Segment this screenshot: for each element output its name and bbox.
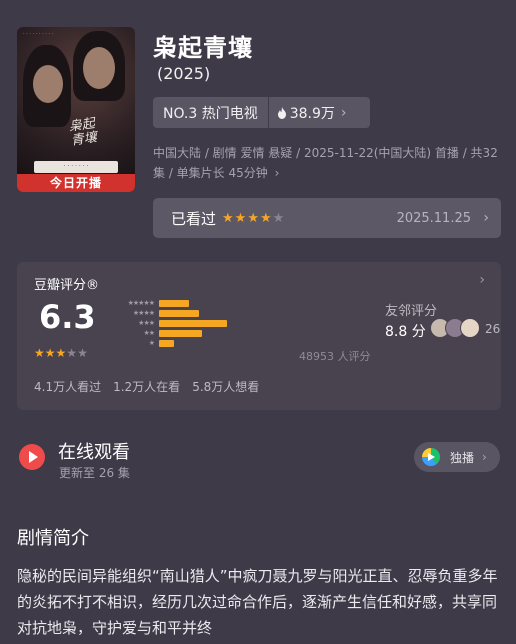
stat-want: 5.8万人想看 [192, 380, 260, 394]
rank-label: NO.3 热门电视 [163, 105, 258, 122]
watched-rating-stars: ★ ★ ★ ★ ★ [222, 212, 284, 225]
stat-watched: 4.1万人看过 [34, 380, 102, 394]
star-filled-icon: ★ [234, 210, 247, 226]
poster-title-art: 枭起 青壤 [68, 116, 98, 149]
rating-bar-row: ★ [109, 339, 174, 347]
chevron-right-icon: › [479, 272, 485, 288]
rating-bar-stars: ★★ [143, 329, 155, 337]
page-title: 枭起青壤 [153, 34, 253, 62]
friends-rating-score: 8.8 分 [385, 324, 426, 340]
star-empty-icon: ★ [272, 210, 285, 226]
star-filled-icon: ★ [34, 346, 45, 360]
chevron-right-icon: › [482, 450, 487, 464]
play-icon [19, 444, 45, 470]
star-filled-icon: ★ [222, 210, 234, 226]
synopsis-title: 剧情简介 [17, 528, 89, 549]
rating-stars: ★★★★★ [34, 342, 88, 361]
rating-bar [159, 309, 199, 317]
watch-online-title: 在线观看 [58, 442, 130, 463]
ratings-count: 48953 人评分 [299, 350, 371, 363]
rating-score: 6.3 [39, 298, 96, 336]
chevron-right-icon: › [340, 104, 347, 121]
rating-card[interactable]: 豆瓣评分® › 6.3 ★★★★★ ★★★★★ ★★★★ ★★★ ★★ ★ 48953 … [17, 262, 501, 410]
watched-date: 2025.11.25 [396, 210, 471, 226]
friends-avatars[interactable] [430, 318, 480, 338]
poster-figure-left-face [33, 65, 63, 103]
poster-figure-right-face [83, 47, 115, 89]
rating-bar [159, 329, 202, 337]
stat-watching: 1.2万人在看 [113, 380, 181, 394]
rating-bar-row: ★★★★★ [109, 299, 189, 307]
rating-bar-row: ★★★★ [109, 309, 199, 317]
chevron-right-icon: › [483, 210, 489, 226]
meta-info[interactable]: 中国大陆 / 剧情 爱情 悬疑 / 2025-11-22(中国大陆) 首播 / … [153, 143, 503, 183]
watched-status-button[interactable]: 已看过 ★ ★ ★ ★ ★ 2025.11.25 › [153, 198, 501, 238]
rating-bar-stars: ★★★★★ [127, 299, 155, 307]
friends-rating-label: 友邻评分 [385, 304, 438, 319]
platform-logo-icon [422, 448, 440, 466]
platform-label: 独播 [450, 450, 475, 465]
rank-pill[interactable]: NO.3 热门电视 38.9万 › [153, 97, 370, 128]
rating-bar-stars: ★★★★ [132, 309, 155, 317]
heat-value: 38.9万 [289, 105, 335, 122]
poster-caption: · · · · · · · · · · [23, 31, 54, 37]
rating-header: 豆瓣评分® [34, 278, 100, 293]
star-empty-icon: ★ [66, 346, 78, 360]
star-filled-icon: ★ [55, 346, 67, 360]
rating-bar [159, 319, 227, 327]
rating-distribution: ★★★★★ ★★★★ ★★★ ★★ ★ [109, 299, 359, 349]
rating-bar-row: ★★ [109, 329, 202, 337]
poster-image[interactable]: · · · · · · · · · · 枭起 青壤 · · · · · · · 今… [17, 27, 135, 192]
star-empty-icon: ★ [77, 346, 88, 360]
star-filled-icon: ★ [44, 346, 56, 360]
avatar [460, 318, 480, 338]
rating-bar-row: ★★★ [109, 319, 227, 327]
friends-count: 26 [485, 322, 501, 336]
poster-banner: 今日开播 [17, 174, 135, 192]
episode-update: 更新至 26 集 [59, 466, 130, 480]
watched-label: 已看过 [171, 209, 217, 228]
rating-bar [159, 339, 174, 347]
synopsis-text: 隐秘的民间异能组织“南山猎人”中疯刀聂九罗与阳光正直、忍辱负重多年的炎拓不打不相… [17, 567, 498, 637]
rating-bar-stars: ★ [148, 339, 155, 347]
rating-bar [159, 299, 189, 307]
platform-button[interactable]: 独播 › [414, 442, 500, 472]
heat-indicator: 38.9万 › [269, 103, 355, 123]
star-filled-icon: ★ [259, 210, 272, 226]
rating-bar-stars: ★★★ [138, 319, 155, 327]
release-year: (2025) [157, 64, 211, 83]
chevron-right-icon: › [274, 166, 280, 180]
flame-icon [277, 106, 286, 119]
watch-online-section[interactable]: 在线观看 更新至 26 集 独播 › [17, 436, 501, 486]
star-filled-icon: ★ [247, 210, 259, 226]
watch-stats: 4.1万人看过 1.2万人在看 5.8万人想看 [34, 378, 259, 395]
meta-text: 中国大陆 / 剧情 爱情 悬疑 / 2025-11-22(中国大陆) 首播 / … [153, 146, 498, 180]
poster-strip: · · · · · · · [34, 161, 118, 173]
